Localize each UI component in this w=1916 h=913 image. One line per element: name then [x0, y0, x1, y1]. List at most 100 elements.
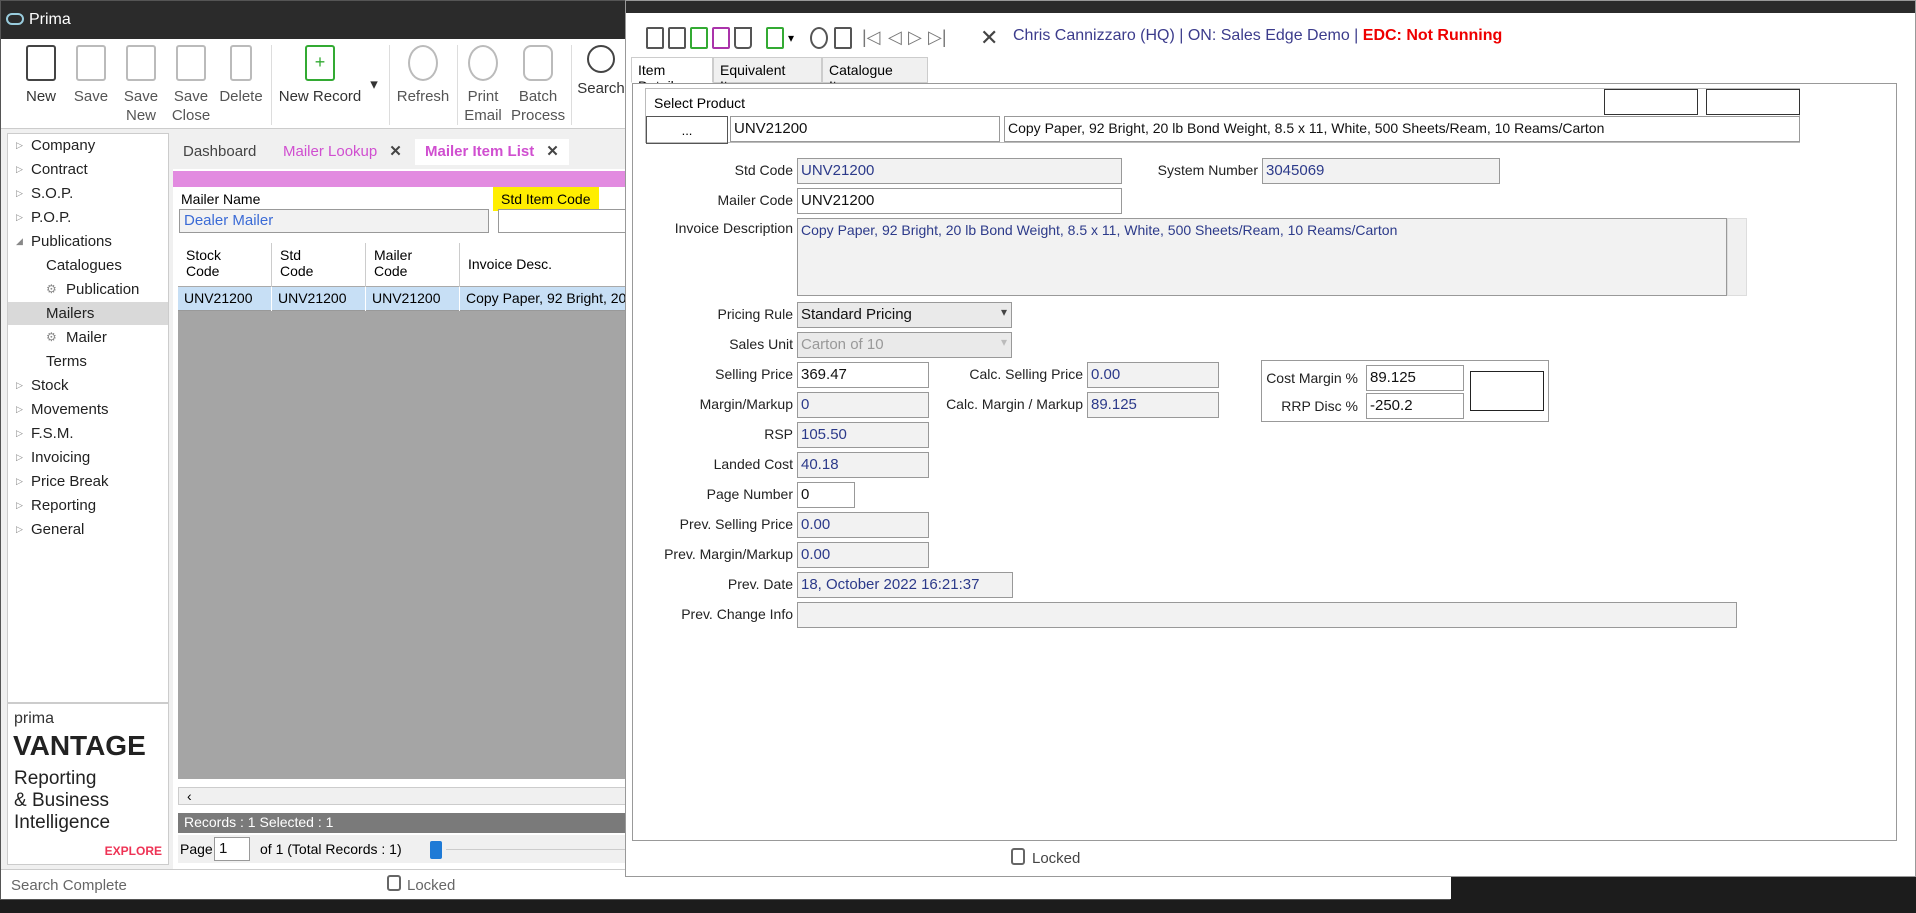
tab-dashboard[interactable]: Dashboard [173, 139, 266, 165]
tab-item-details[interactable]: Item Details [631, 57, 713, 94]
selling-price-field[interactable]: 369.47 [797, 362, 929, 388]
tree-label: Contract [31, 161, 88, 178]
calc-selling-price-label: Calc. Selling Price [969, 366, 1083, 382]
vantage-promo-panel[interactable]: prima VANTAGE Reporting & Business Intel… [7, 703, 169, 865]
product-code-field[interactable]: UNV21200 [730, 116, 1000, 142]
previous-record-icon[interactable]: ◁ [888, 27, 902, 48]
clipboard-icon[interactable] [834, 27, 852, 49]
std-code-field[interactable]: UNV21200 [797, 158, 1122, 184]
tree-item-catalogues[interactable]: Catalogues [8, 254, 168, 277]
first-record-icon[interactable]: |◁ [862, 27, 881, 48]
print-email-button[interactable]: Print Email [461, 45, 505, 125]
column-header-std-code[interactable]: Std Code [272, 243, 366, 287]
page-number-field[interactable]: 0 [797, 482, 855, 508]
tree-item-reporting[interactable]: ▷ Reporting [8, 494, 168, 517]
sales-unit-label: Sales Unit [729, 336, 793, 352]
search-button[interactable]: Search [577, 45, 625, 125]
prev-selling-price-field[interactable]: 0.00 [797, 512, 929, 538]
product-description-field[interactable]: Copy Paper, 92 Bright, 20 lb Bond Weight… [1004, 116, 1800, 142]
tree-item-invoicing[interactable]: ▷ Invoicing [8, 446, 168, 469]
std-item-code-field[interactable] [498, 209, 638, 233]
prev-margin-field[interactable]: 0.00 [797, 542, 929, 568]
tree-item-publications[interactable]: ◢ Publications [8, 230, 168, 253]
rrp-disc-field[interactable]: -250.2 [1366, 393, 1464, 419]
horizontal-scrollbar[interactable]: ‹ [178, 787, 633, 805]
save-new-button[interactable]: Save New [121, 45, 161, 125]
save-new-icon[interactable] [690, 27, 708, 49]
tree-label: Company [31, 137, 96, 154]
tree-item-general[interactable]: ▷ General [8, 518, 168, 541]
cost-margin-field[interactable]: 89.125 [1366, 365, 1464, 391]
calc-selling-price-field[interactable]: 0.00 [1087, 362, 1219, 388]
tree-label: F.S.M. [31, 425, 74, 442]
tab-equivalent-items[interactable]: Equivalent Items [713, 57, 822, 94]
new-icon[interactable] [646, 27, 664, 49]
explore-link[interactable]: EXPLORE [105, 844, 162, 858]
tree-item-sop[interactable]: ▷ S.O.P. [8, 182, 168, 205]
column-header-mailer-code[interactable]: Mailer Code [366, 243, 460, 287]
tree-item-fsm[interactable]: ▷ F.S.M. [8, 422, 168, 445]
table-row[interactable]: UNV21200 UNV21200 UNV21200 Copy Paper, 9… [178, 287, 638, 311]
column-header-invoice-desc[interactable]: Invoice Desc. [460, 243, 640, 287]
batch-label-1: Batch [518, 88, 558, 105]
browse-product-button[interactable]: ... [646, 116, 728, 144]
mailer-name-field[interactable]: Dealer Mailer [179, 209, 489, 233]
close-icon[interactable]: ✕ [546, 139, 559, 165]
new-button[interactable]: New [21, 45, 61, 125]
next-record-icon[interactable]: ▷ [908, 27, 922, 48]
calc-margin-field[interactable]: 89.125 [1087, 392, 1219, 418]
close-icon[interactable]: ✕ [389, 139, 402, 165]
tree-item-pop[interactable]: ▷ P.O.P. [8, 206, 168, 229]
tab-label: Mailer Lookup [283, 143, 378, 160]
tree-item-stock[interactable]: ▷ Stock [8, 374, 168, 397]
tab-catalogue-items[interactable]: Catalogue Items [822, 57, 928, 94]
save-button[interactable]: Save [71, 45, 111, 125]
invoice-description-field[interactable]: Copy Paper, 92 Bright, 20 lb Bond Weight… [797, 218, 1727, 296]
cell-std-code: UNV21200 [272, 287, 366, 311]
tree-item-company[interactable]: ▷ Company [8, 134, 168, 157]
page-slider-thumb[interactable] [430, 841, 442, 859]
tab-mailer-lookup[interactable]: Mailer Lookup ✕ [273, 139, 412, 165]
tree-item-mailers[interactable]: Mailers [8, 302, 168, 325]
tree-item-terms[interactable]: Terms [8, 350, 168, 373]
ribbon-divider [271, 45, 272, 125]
last-record-icon[interactable]: ▷| [928, 27, 947, 48]
delete-button[interactable]: Delete [219, 45, 263, 125]
user-info-text: Chris Cannizzaro (HQ) | ON: Sales Edge D… [1013, 27, 1359, 44]
tree-item-publication[interactable]: ⚙ Publication [8, 278, 168, 301]
tab-mailer-item-list[interactable]: Mailer Item List ✕ [415, 139, 569, 165]
brand-title: VANTAGE [13, 730, 146, 761]
batch-process-button[interactable]: Batch Process [511, 45, 565, 125]
new-record-button[interactable]: + New Record [277, 45, 363, 125]
pricing-rule-select[interactable]: Standard Pricing ▾ [797, 302, 1012, 328]
page-slider-track[interactable] [446, 849, 626, 850]
prev-change-info-field[interactable] [797, 602, 1737, 628]
new-record-icon[interactable] [766, 27, 784, 49]
new-record-label: New Record [278, 88, 362, 105]
refresh-button[interactable]: Refresh [395, 45, 451, 125]
save-close-button[interactable]: Save Close [171, 45, 211, 125]
landed-cost-field[interactable]: 40.18 [797, 452, 929, 478]
tree-item-contract[interactable]: ▷ Contract [8, 158, 168, 181]
dialog-status-bar: Locked [626, 841, 1915, 877]
chevron-down-icon[interactable]: ▾ [788, 31, 794, 45]
mailer-code-field[interactable]: UNV21200 [797, 188, 1122, 214]
tree-item-mailer[interactable]: ⚙ Mailer [8, 326, 168, 349]
trash-icon[interactable] [734, 27, 752, 49]
tree-item-movements[interactable]: ▷ Movements [8, 398, 168, 421]
prev-date-field[interactable]: 18, October 2022 16:21:37 [797, 572, 1013, 598]
page-number-input[interactable]: 1 [214, 837, 250, 861]
column-header-stock-code[interactable]: Stock Code [178, 243, 272, 287]
system-number-field[interactable]: 3045069 [1262, 158, 1500, 184]
sales-unit-select[interactable]: Carton of 10 ▾ [797, 332, 1012, 358]
scroll-left-icon[interactable]: ‹ [187, 788, 192, 804]
tools-icon[interactable]: ✕ [980, 25, 998, 51]
chevron-down-icon: ▾ [1000, 305, 1007, 319]
tree-item-price-break[interactable]: ▷ Price Break [8, 470, 168, 493]
refresh-icon[interactable] [810, 27, 828, 49]
margin-markup-field[interactable]: 0 [797, 392, 929, 418]
rsp-field[interactable]: 105.50 [797, 422, 929, 448]
save-icon[interactable] [668, 27, 686, 49]
save-close-icon[interactable] [712, 27, 730, 49]
invoice-description-scrollbar[interactable] [1727, 218, 1747, 296]
